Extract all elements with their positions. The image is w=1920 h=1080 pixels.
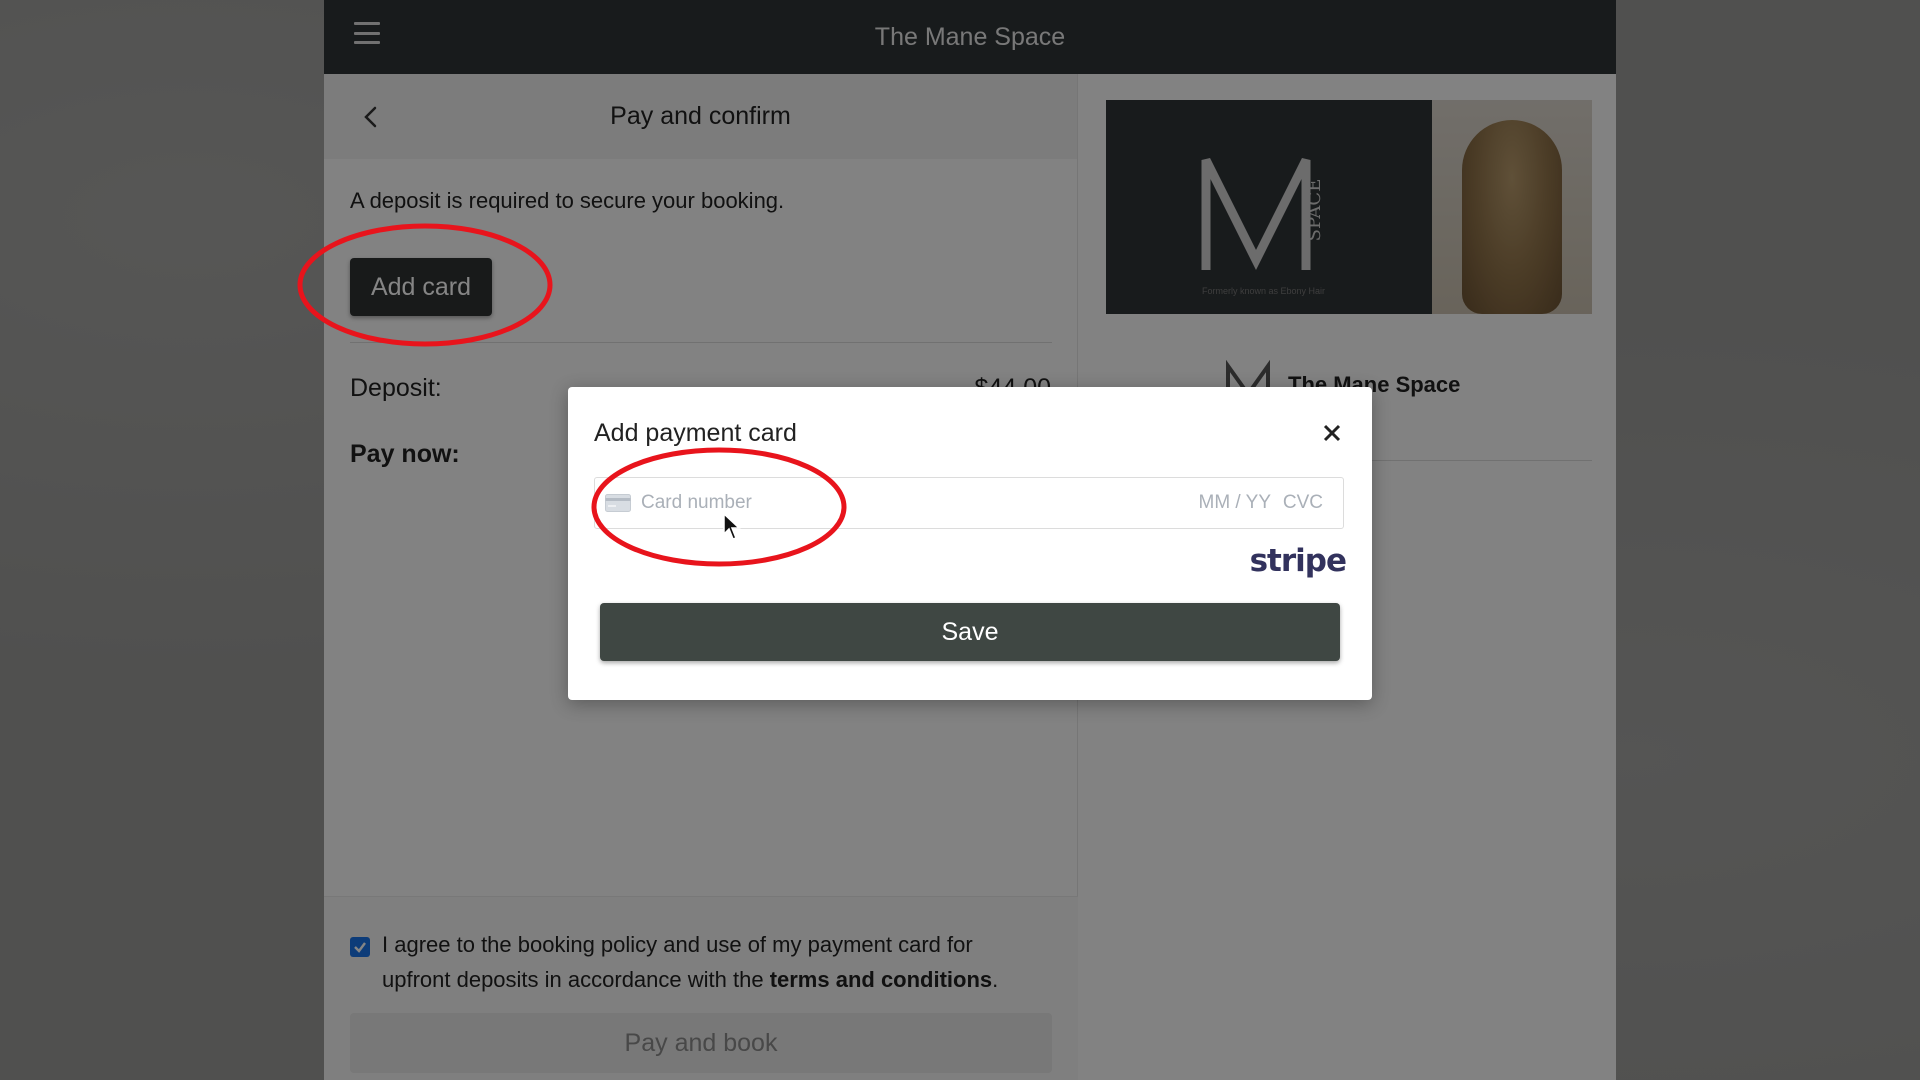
expiry-input[interactable]	[1191, 492, 1271, 514]
cvc-input[interactable]	[1279, 492, 1323, 514]
stripe-logo: stripe	[1249, 543, 1347, 579]
save-button[interactable]: Save	[600, 603, 1340, 661]
close-icon[interactable]	[1322, 423, 1342, 443]
add-card-modal: Add payment card stripe Save	[568, 387, 1372, 700]
mouse-cursor-icon	[723, 512, 741, 540]
modal-title: Add payment card	[594, 419, 797, 447]
card-number-input[interactable]	[641, 492, 1061, 514]
card-field	[594, 477, 1344, 529]
credit-card-icon	[605, 494, 631, 512]
